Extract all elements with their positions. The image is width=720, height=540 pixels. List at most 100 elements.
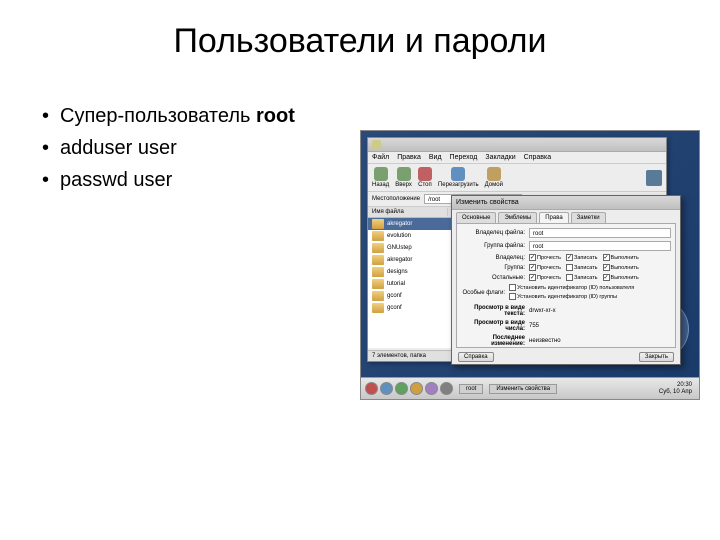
checkbox-label: Установить идентификатор (ID) пользовате…: [517, 285, 634, 291]
toolbar-label: Перезагрузить: [438, 182, 479, 188]
window-icon: [372, 140, 381, 149]
tab-notes[interactable]: Заметки: [571, 212, 606, 223]
folder-icon: [372, 303, 384, 313]
throbber-icon: [646, 170, 662, 186]
owner-exec-checkbox[interactable]: ✓Выполнить: [603, 254, 639, 261]
checkbox-label: Выполнить: [611, 255, 639, 261]
stop-button[interactable]: Стоп: [418, 167, 432, 188]
group-write-checkbox[interactable]: Записать: [566, 264, 598, 271]
group-exec-checkbox[interactable]: ✓Выполнить: [603, 264, 639, 271]
setuid-checkbox[interactable]: Установить идентификатор (ID) пользовате…: [509, 284, 634, 291]
other-write-checkbox[interactable]: Записать: [566, 274, 598, 281]
checkbox-label: Прочесть: [537, 275, 561, 281]
dialog-footer: Справка Закрыть: [452, 352, 680, 366]
file-name: GNUstep: [387, 245, 412, 251]
menu-bookmarks[interactable]: Закладки: [485, 154, 515, 161]
menu-go[interactable]: Переход: [450, 154, 478, 161]
dialog-title: Изменить свойства: [456, 196, 519, 210]
reload-icon: [451, 167, 465, 181]
menu-help[interactable]: Справка: [524, 154, 551, 161]
bullet-item: adduser user: [40, 133, 340, 163]
checkbox-label: Записать: [574, 265, 598, 271]
tab-permissions[interactable]: Права: [539, 212, 568, 223]
other-read-checkbox[interactable]: ✓Прочесть: [529, 274, 561, 281]
file-name: gconf: [387, 293, 402, 299]
dialog-titlebar[interactable]: Изменить свойства: [452, 196, 680, 210]
group-label: Группа файла:: [461, 243, 525, 249]
col-name[interactable]: Имя файла: [368, 208, 448, 216]
status-text: 7 элементов, папка: [372, 353, 426, 359]
toolbar-label: Назад: [372, 182, 389, 188]
owner-field[interactable]: root: [529, 228, 671, 238]
file-name: gconf: [387, 305, 402, 311]
owner-write-checkbox[interactable]: ✓Записать: [566, 254, 598, 261]
taskbar-icon[interactable]: [395, 382, 408, 395]
perm-group-label: Группа:: [461, 265, 525, 271]
group-field[interactable]: root: [529, 241, 671, 251]
tab-basic[interactable]: Основные: [456, 212, 496, 223]
checkbox-label: Прочесть: [537, 265, 561, 271]
file-name: evolution: [387, 233, 411, 239]
file-name: designs: [387, 269, 408, 275]
toolbar: Назад Вверх Стоп Перезагрузить Домой: [368, 164, 666, 192]
perm-other-label: Остальные:: [461, 275, 525, 281]
taskbar-clock[interactable]: 20:30 Суб, 10 Апр: [659, 382, 695, 395]
reload-button[interactable]: Перезагрузить: [438, 167, 479, 188]
file-name: akregator: [387, 257, 412, 263]
owner-read-checkbox[interactable]: ✓Прочесть: [529, 254, 561, 261]
folder-icon: [372, 255, 384, 265]
properties-dialog: Изменить свойства Основные Эмблемы Права…: [451, 195, 681, 365]
lastmod-label: Последнее изменение:: [461, 335, 525, 347]
bullet-item: Супер-пользователь root: [40, 101, 340, 131]
back-icon: [374, 167, 388, 181]
clock-date: Суб, 10 Апр: [659, 389, 692, 396]
tab-emblems[interactable]: Эмблемы: [498, 212, 537, 223]
taskbar-icon[interactable]: [425, 382, 438, 395]
home-button[interactable]: Домой: [485, 167, 503, 188]
special-label: Особые флаги:: [461, 290, 505, 296]
close-button[interactable]: Закрыть: [639, 352, 674, 362]
file-name: tutorial: [387, 281, 405, 287]
menubar: Файл Правка Вид Переход Закладки Справка: [368, 152, 666, 164]
location-label: Местоположение: [372, 196, 420, 202]
start-button-icon[interactable]: [365, 382, 378, 395]
folder-icon: [372, 267, 384, 277]
checkbox-label: Установить идентификатор (ID) группы: [517, 294, 617, 300]
bullet-text: Супер-пользователь: [60, 105, 256, 127]
bullet-list: Супер-пользователь root adduser user pas…: [40, 101, 340, 197]
other-exec-checkbox[interactable]: ✓Выполнить: [603, 274, 639, 281]
toolbar-label: Стоп: [418, 182, 432, 188]
numview-label: Просмотр в виде числа:: [461, 320, 525, 332]
folder-icon: [372, 279, 384, 289]
menu-edit[interactable]: Правка: [397, 154, 421, 161]
up-button[interactable]: Вверх: [395, 167, 412, 188]
numview-value: 755: [529, 323, 539, 329]
lastmod-value: неизвестно: [529, 338, 561, 344]
taskbar-icon[interactable]: [440, 382, 453, 395]
taskbar-icon[interactable]: [380, 382, 393, 395]
setgid-checkbox[interactable]: Установить идентификатор (ID) группы: [509, 293, 617, 300]
bullet-bold: root: [256, 105, 295, 127]
checkbox-label: Записать: [574, 255, 598, 261]
menu-view[interactable]: Вид: [429, 154, 442, 161]
menu-file[interactable]: Файл: [372, 154, 389, 161]
group-read-checkbox[interactable]: ✓Прочесть: [529, 264, 561, 271]
window-titlebar[interactable]: [368, 138, 666, 152]
help-button[interactable]: Справка: [458, 352, 494, 362]
back-button[interactable]: Назад: [372, 167, 389, 188]
taskbar-icon[interactable]: [410, 382, 423, 395]
file-name: akregator: [387, 221, 412, 227]
checkbox-label: Прочесть: [537, 255, 561, 261]
perm-owner-label: Владелец:: [461, 255, 525, 261]
checkbox-label: Выполнить: [611, 265, 639, 271]
taskbar-task[interactable]: root: [459, 384, 483, 394]
toolbar-label: Вверх: [395, 182, 412, 188]
clock-time: 20:30: [659, 382, 692, 389]
owner-label: Владелец файла:: [461, 230, 525, 236]
folder-icon: [372, 291, 384, 301]
stop-icon: [418, 167, 432, 181]
tab-bar: Основные Эмблемы Права Заметки: [452, 210, 680, 223]
taskbar-task[interactable]: Изменить свойства: [489, 384, 557, 394]
bullet-item: passwd user: [40, 165, 340, 195]
folder-icon: [372, 243, 384, 253]
